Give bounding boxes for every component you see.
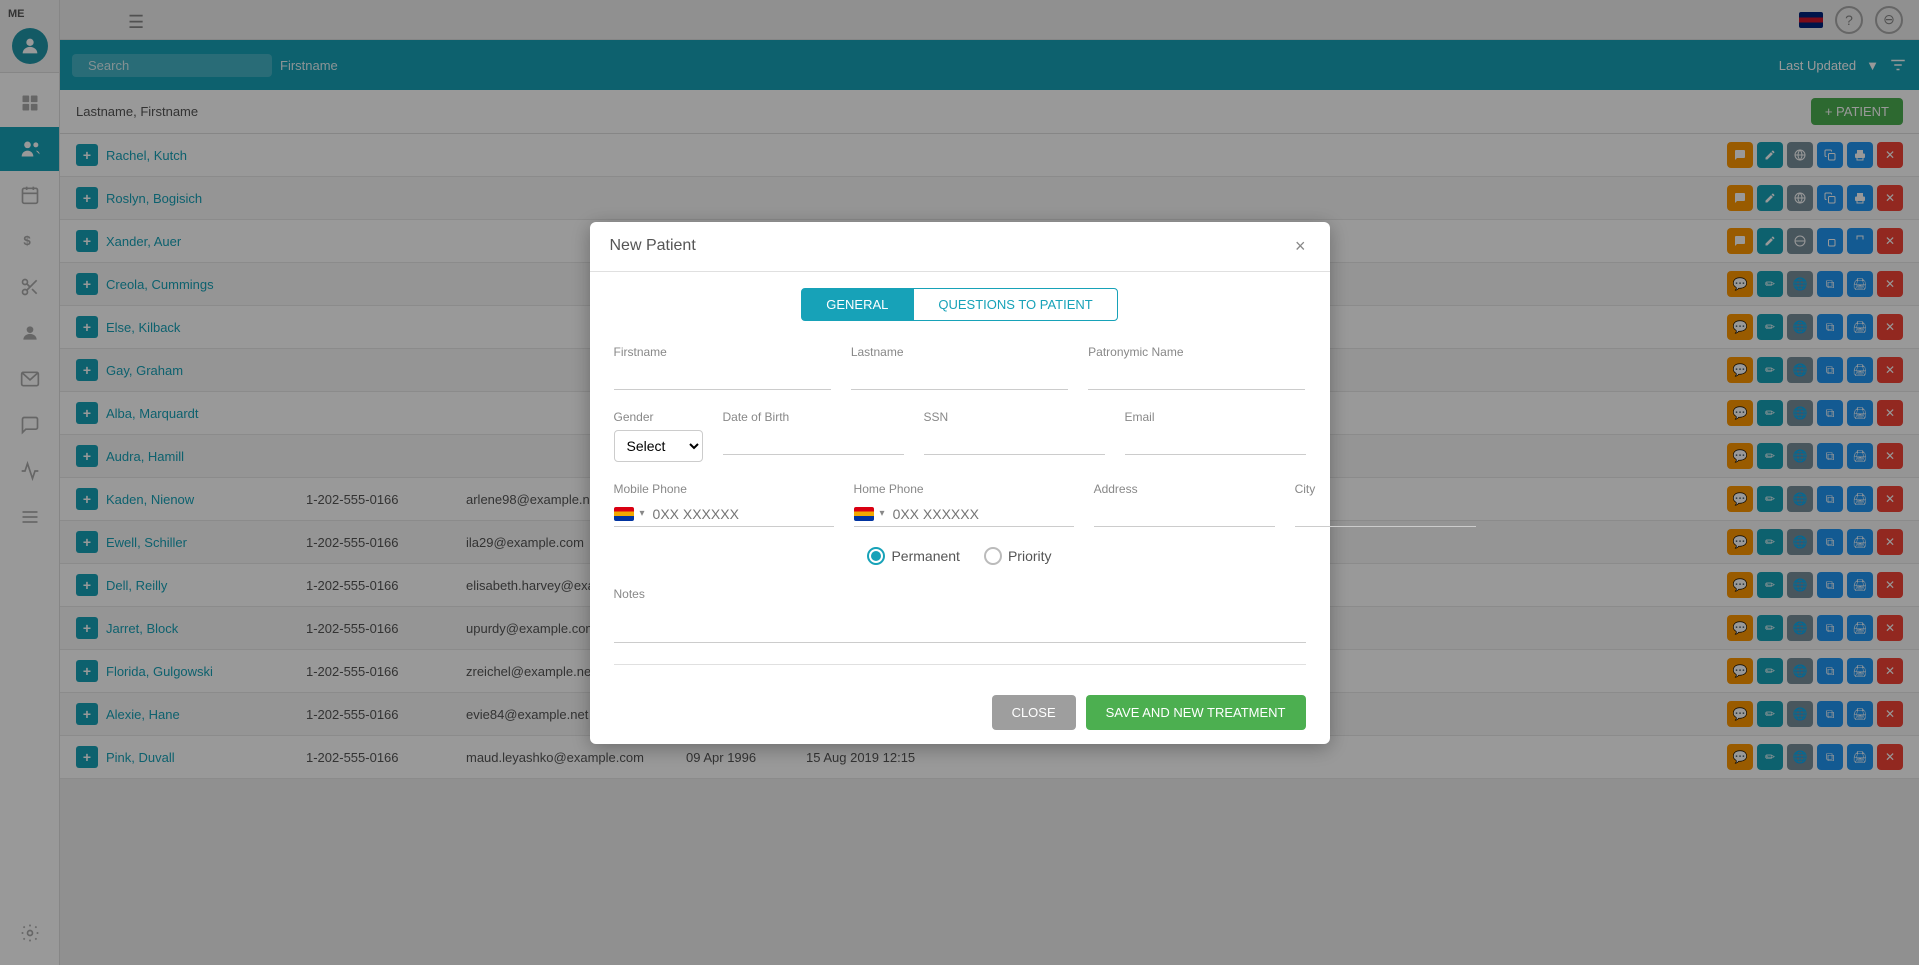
dob-label: Date of Birth [723,410,904,424]
form-group-notes: Notes [614,585,1306,648]
home-phone-label: Home Phone [854,482,1074,496]
new-patient-modal: New Patient × GENERAL QUESTIONS TO PATIE… [590,222,1330,744]
lastname-label: Lastname [851,345,1068,359]
mobile-phone-wrapper: ▾ [614,502,834,527]
radio-permanent-label: Permanent [891,548,959,564]
form-group-patronymic: Patronymic Name [1088,345,1305,390]
form-row-names: Firstname Lastname Patronymic Name [614,345,1306,390]
firstname-input[interactable] [614,365,831,390]
address-label: Address [1094,482,1275,496]
modal-divider [614,664,1306,665]
radio-permanent-circle [867,547,885,565]
patronymic-input[interactable] [1088,365,1305,390]
city-input[interactable] [1295,502,1476,527]
modal-overlay[interactable]: New Patient × GENERAL QUESTIONS TO PATIE… [0,0,1919,965]
radio-permanent[interactable]: Permanent [867,547,959,565]
gender-label: Gender [614,410,703,424]
notes-textarea[interactable] [614,603,1306,643]
radio-priority[interactable]: Priority [984,547,1052,565]
modal-title: New Patient [610,237,696,255]
form-group-gender: Gender Select Male Female Other [614,410,703,462]
tab-questions-to-patient[interactable]: QUESTIONS TO PATIENT [913,288,1117,321]
radio-priority-label: Priority [1008,548,1052,564]
ssn-input[interactable] [924,430,1105,455]
notes-label: Notes [614,587,645,601]
patronymic-label: Patronymic Name [1088,345,1305,359]
modal-tabs: GENERAL QUESTIONS TO PATIENT [590,272,1330,329]
ssn-label: SSN [924,410,1105,424]
form-row-contact: Mobile Phone ▾ Home Phone ▾ [614,482,1306,527]
lastname-input[interactable] [851,365,1068,390]
mobile-phone-input[interactable] [653,502,834,526]
form-group-home-phone: Home Phone ▾ [854,482,1074,527]
form-group-email: Email [1125,410,1306,462]
home-phone-wrapper: ▾ [854,502,1074,527]
form-group-lastname: Lastname [851,345,1068,390]
firstname-label: Firstname [614,345,831,359]
close-modal-button[interactable]: CLOSE [992,695,1076,730]
dob-input[interactable] [723,430,904,455]
mobile-flag-am [614,507,634,521]
home-phone-input[interactable] [893,502,1074,526]
form-group-dob: Date of Birth [723,410,904,462]
home-flag-am [854,507,874,521]
home-phone-dropdown[interactable]: ▾ [880,508,885,519]
form-group-mobile: Mobile Phone ▾ [614,482,834,527]
form-group-city: City [1295,482,1476,527]
address-input[interactable] [1094,502,1275,527]
email-input[interactable] [1125,430,1306,455]
city-label: City [1295,482,1476,496]
mobile-phone-dropdown[interactable]: ▾ [640,508,645,519]
form-group-ssn: SSN [924,410,1105,462]
gender-select[interactable]: Select Male Female Other [614,430,703,462]
save-new-treatment-button[interactable]: SAVE AND NEW TREATMENT [1086,695,1306,730]
email-label: Email [1125,410,1306,424]
modal-body: Firstname Lastname Patronymic Name Gende… [590,329,1330,681]
modal-header: New Patient × [590,222,1330,272]
modal-footer: CLOSE SAVE AND NEW TREATMENT [590,681,1330,744]
tab-general[interactable]: GENERAL [801,288,913,321]
form-group-firstname: Firstname [614,345,831,390]
modal-close-button[interactable]: × [1291,236,1310,257]
radio-priority-circle [984,547,1002,565]
form-group-address: Address [1094,482,1275,527]
radio-row-type: Permanent Priority [614,547,1306,565]
mobile-phone-label: Mobile Phone [614,482,834,496]
form-row-personal: Gender Select Male Female Other Date of … [614,410,1306,462]
